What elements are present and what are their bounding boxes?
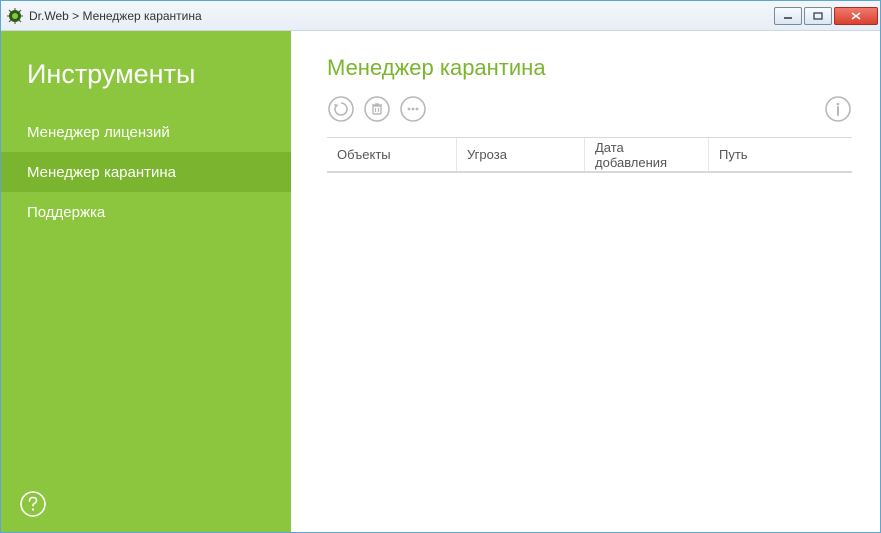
app-body: Инструменты Менеджер лицензий Менеджер к… xyxy=(1,31,880,532)
close-button[interactable] xyxy=(834,7,878,25)
sidebar: Инструменты Менеджер лицензий Менеджер к… xyxy=(1,31,291,532)
more-button[interactable] xyxy=(399,95,427,123)
col-header-path[interactable]: Путь xyxy=(709,138,852,171)
table-header-row: Объекты Угроза Дата добавления Путь xyxy=(327,138,852,172)
main-panel: Менеджер карантина xyxy=(291,31,880,532)
titlebar: Dr.Web > Менеджер карантина xyxy=(1,1,880,31)
toolbar xyxy=(327,95,852,137)
col-header-label: Путь xyxy=(719,147,748,162)
page-title: Менеджер карантина xyxy=(327,55,852,81)
sidebar-item-quarantine-manager[interactable]: Менеджер карантина xyxy=(1,152,291,192)
sidebar-item-label: Поддержка xyxy=(27,204,105,221)
restore-button[interactable] xyxy=(327,95,355,123)
col-header-objects[interactable]: Объекты xyxy=(327,138,457,171)
sidebar-footer xyxy=(1,476,291,532)
sidebar-item-support[interactable]: Поддержка xyxy=(1,192,291,232)
app-window: Dr.Web > Менеджер карантина Инструменты … xyxy=(0,0,881,533)
app-icon xyxy=(7,8,23,24)
sidebar-item-label: Менеджер карантина xyxy=(27,164,176,181)
info-button[interactable] xyxy=(824,95,852,123)
maximize-button[interactable] xyxy=(804,7,832,25)
sidebar-item-license-manager[interactable]: Менеджер лицензий xyxy=(1,112,291,152)
delete-button[interactable] xyxy=(363,95,391,123)
col-header-threat[interactable]: Угроза xyxy=(457,138,585,171)
quarantine-table: Объекты Угроза Дата добавления Путь xyxy=(327,137,852,173)
col-header-label: Угроза xyxy=(467,147,507,162)
col-header-date[interactable]: Дата добавления xyxy=(585,138,709,171)
window-title: Dr.Web > Менеджер карантина xyxy=(29,9,202,23)
sidebar-item-label: Менеджер лицензий xyxy=(27,124,170,141)
col-header-label: Дата добавления xyxy=(595,140,698,170)
minimize-button[interactable] xyxy=(774,7,802,25)
sidebar-title: Инструменты xyxy=(1,53,291,112)
help-button[interactable] xyxy=(19,490,47,518)
col-header-label: Объекты xyxy=(337,147,391,162)
